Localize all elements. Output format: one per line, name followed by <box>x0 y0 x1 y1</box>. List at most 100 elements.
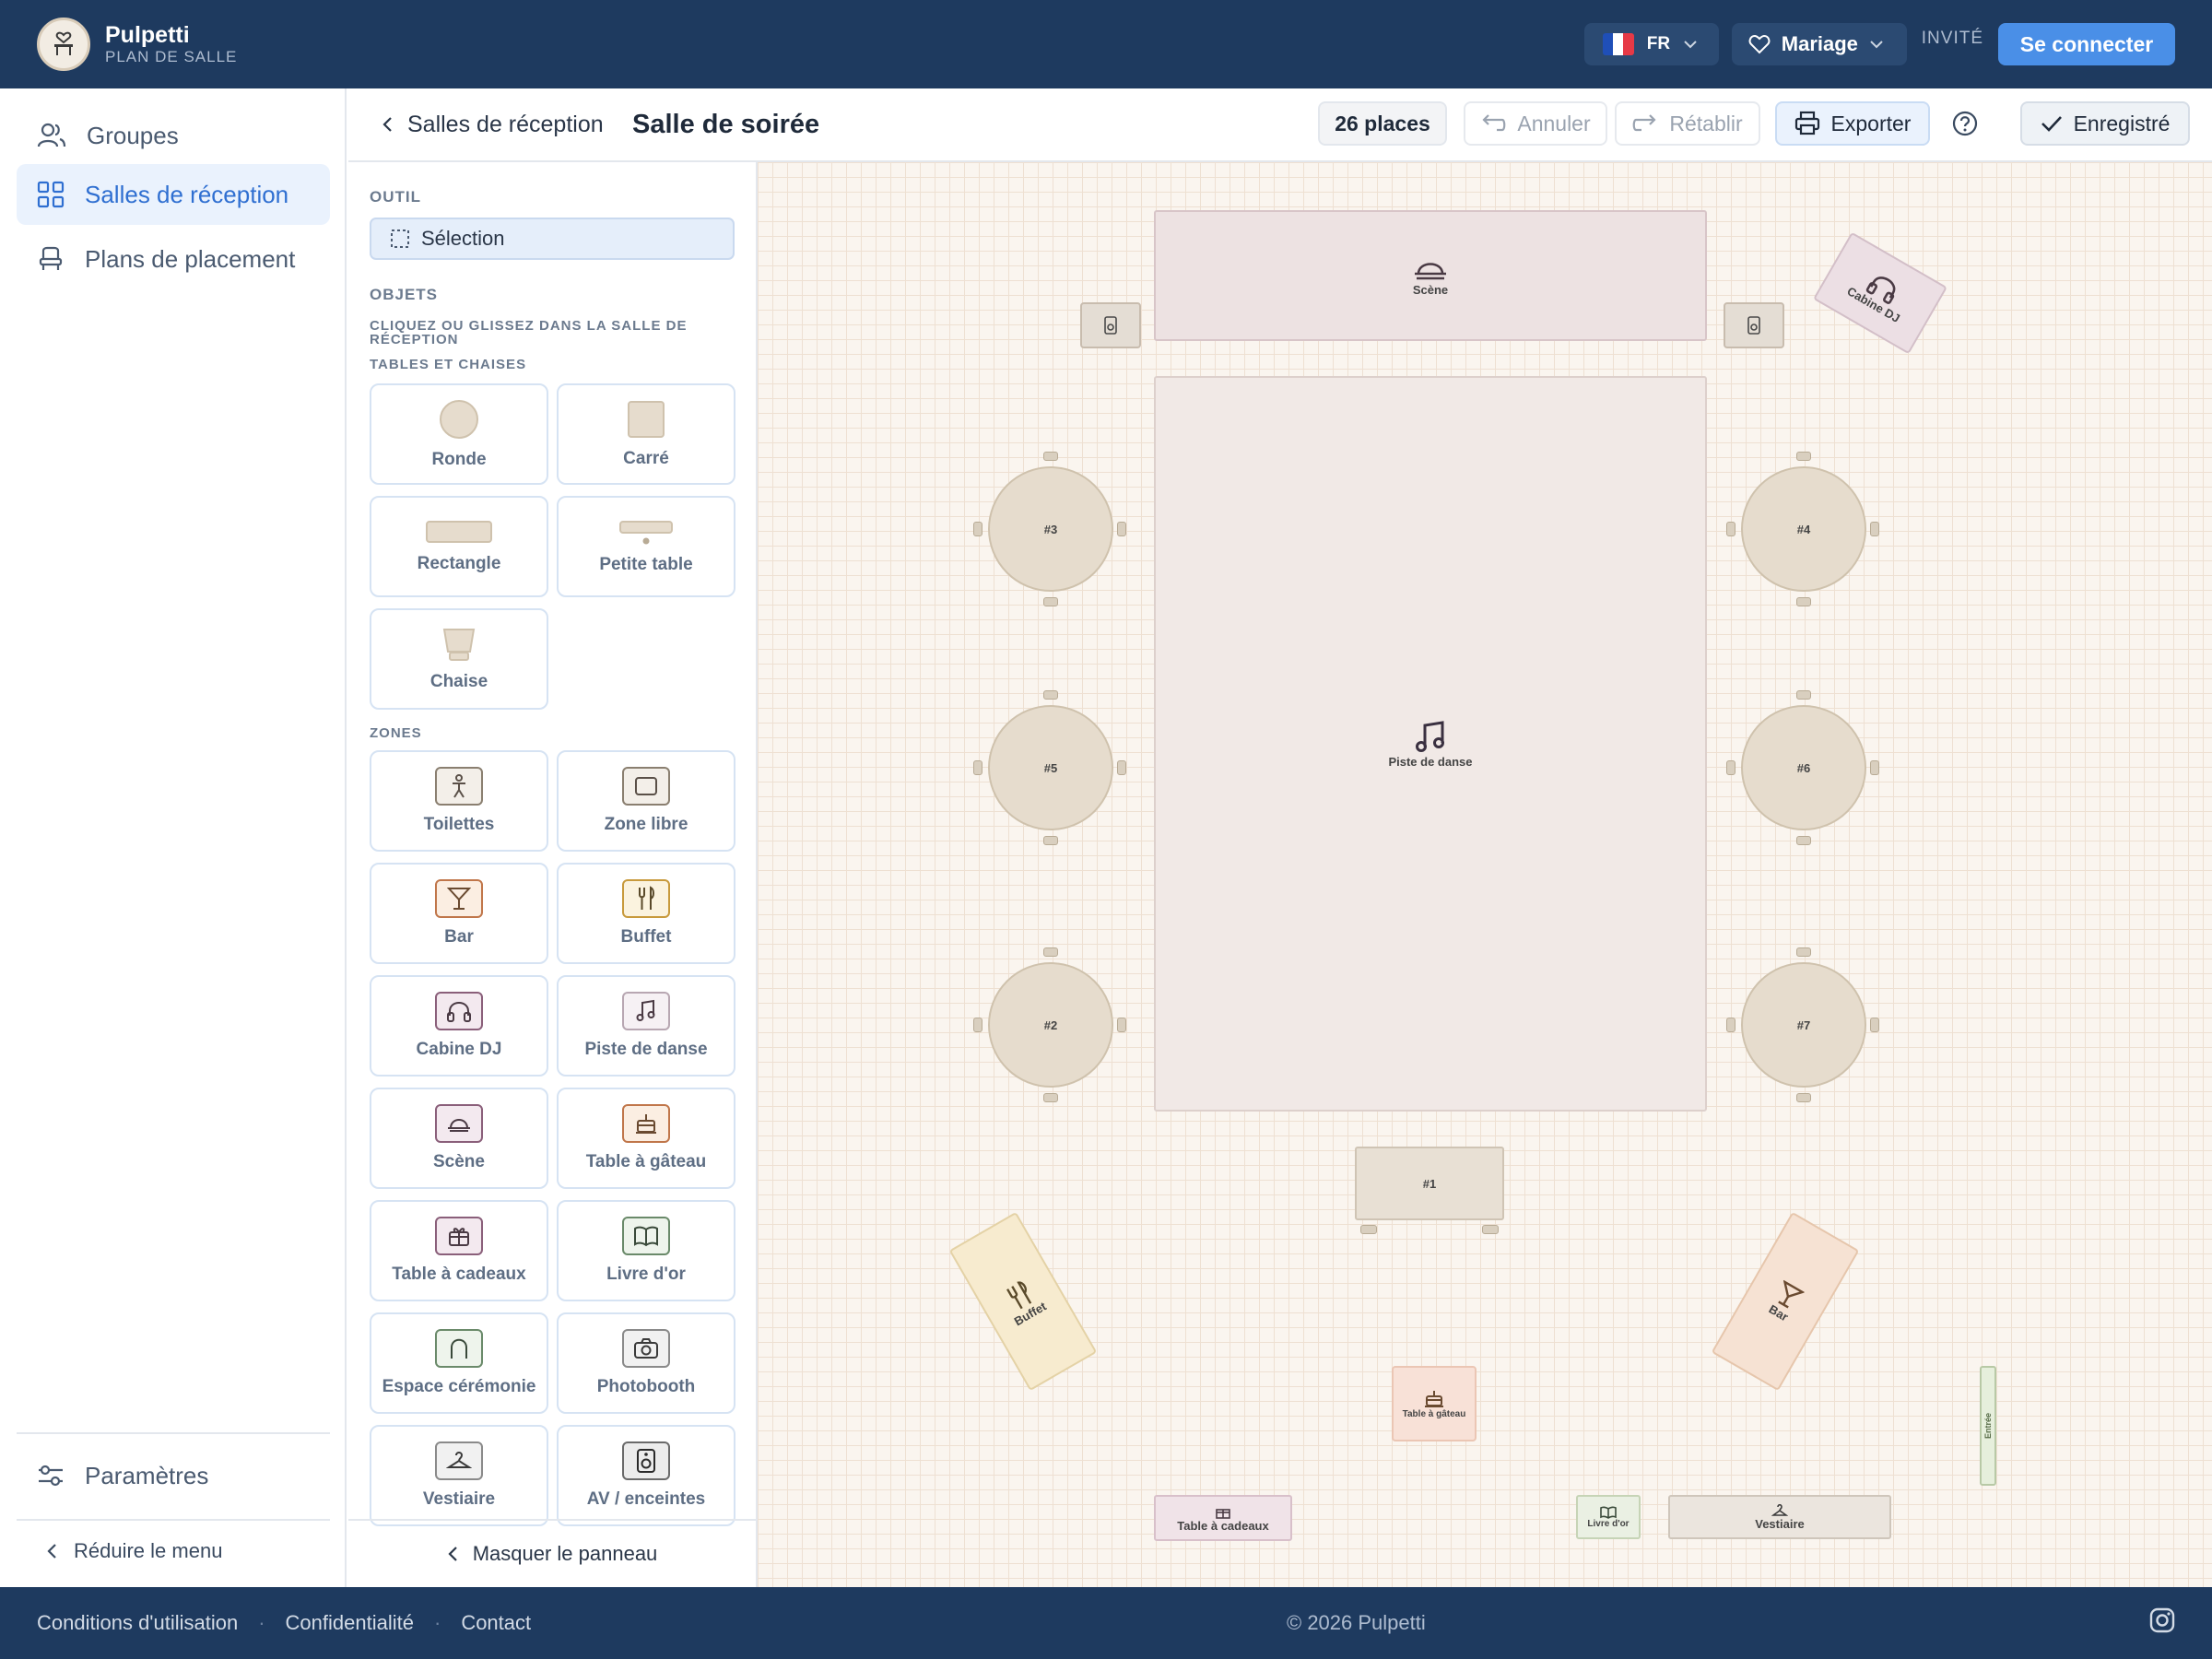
logo <box>37 18 90 71</box>
tile-piste-de-danse[interactable]: Piste de danse <box>557 975 735 1077</box>
zone-cabine-dj[interactable]: Cabine DJ <box>1813 231 1947 355</box>
tile-table-a-cadeaux[interactable]: Table à cadeaux <box>370 1200 548 1301</box>
speaker-icon <box>1747 316 1760 335</box>
selection-tool-button[interactable]: Sélection <box>370 218 735 260</box>
tile-espace-ceremonie[interactable]: Espace cérémonie <box>370 1312 548 1414</box>
tile-label: Table à gâteau <box>585 1152 707 1171</box>
undo-button[interactable]: Annuler <box>1464 101 1607 146</box>
help-icon <box>1952 111 1978 136</box>
tile-chair[interactable]: Chaise <box>370 608 548 710</box>
gift-icon <box>435 1217 483 1255</box>
sidebar-item-groupes[interactable]: Groupes <box>17 105 330 166</box>
zone-piste-de-danse[interactable]: Piste de danse <box>1154 376 1707 1112</box>
tile-cabine-dj[interactable]: Cabine DJ <box>370 975 548 1077</box>
sidebar-item-label: Salles de réception <box>85 180 289 208</box>
zone-label: Table à gâteau <box>1402 1408 1466 1419</box>
tile-rectangle-table[interactable]: Rectangle <box>370 496 548 597</box>
selection-label: Sélection <box>421 227 505 250</box>
tile-table-a-gateau[interactable]: Table à gâteau <box>557 1088 735 1189</box>
tile-label: Petite table <box>599 555 693 574</box>
sidebar-item-salles[interactable]: Salles de réception <box>17 164 330 225</box>
chair-icon <box>442 629 476 661</box>
divider <box>17 1519 330 1521</box>
footer-link-contact[interactable]: Contact <box>461 1611 531 1635</box>
zone-buffet[interactable]: Buffet <box>948 1211 1098 1392</box>
marquee-select-icon <box>391 229 409 248</box>
check-icon <box>2041 116 2062 132</box>
tile-bar[interactable]: Bar <box>370 863 548 964</box>
speaker-icon <box>1104 316 1117 335</box>
cake-icon <box>1425 1390 1443 1407</box>
speaker-left[interactable] <box>1080 302 1141 348</box>
settings-button[interactable]: Paramètres <box>17 1445 330 1506</box>
redo-label: Rétablir <box>1669 111 1743 135</box>
table-label: #2 <box>1043 1018 1058 1032</box>
zone-scene[interactable]: Scène <box>1154 210 1707 341</box>
event-type-selector[interactable]: Mariage <box>1731 23 1907 65</box>
brand-subtitle: PLAN DE SALLE <box>105 48 238 65</box>
footer-link-terms[interactable]: Conditions d'utilisation <box>37 1611 238 1635</box>
hanger-icon <box>435 1441 483 1480</box>
redo-button[interactable]: Rétablir <box>1615 101 1760 146</box>
tile-label: Photobooth <box>596 1377 696 1396</box>
zone-label: Livre d'or <box>1587 1518 1630 1529</box>
objects-panel: OUTIL Sélection OBJETS CLIQUEZ OU GLISSE… <box>348 162 758 1587</box>
tile-buffet[interactable]: Buffet <box>557 863 735 964</box>
tile-label: Bar <box>444 927 474 947</box>
zone-vestiaire[interactable]: Vestiaire <box>1668 1495 1891 1539</box>
tile-label: Toilettes <box>423 815 495 834</box>
collapse-menu-button[interactable]: Réduire le menu <box>46 1539 222 1563</box>
tile-label: AV / enceintes <box>586 1489 706 1509</box>
zone-livre-dor[interactable]: Livre d'or <box>1576 1495 1641 1539</box>
music-note-icon <box>1416 720 1444 752</box>
tile-livre-dor[interactable]: Livre d'or <box>557 1200 735 1301</box>
tile-photobooth[interactable]: Photobooth <box>557 1312 735 1414</box>
tile-toilettes[interactable]: Toilettes <box>370 750 548 852</box>
room-canvas[interactable]: Scène Cabine DJ Piste de danse #3 #4 #5 <box>758 162 2212 1587</box>
arch-icon <box>435 1329 483 1368</box>
footer-link-privacy[interactable]: Confidentialité <box>286 1611 414 1635</box>
french-flag-icon <box>1602 33 1634 55</box>
users-icon <box>37 123 66 147</box>
tile-square-table[interactable]: Carré <box>557 383 735 485</box>
zone-bar[interactable]: Bar <box>1711 1211 1860 1392</box>
undo-label: Annuler <box>1517 111 1591 135</box>
tile-zone-libre[interactable]: Zone libre <box>557 750 735 852</box>
hide-panel-button[interactable]: Masquer le panneau <box>348 1519 756 1587</box>
square-icon <box>622 767 670 806</box>
tile-vestiaire[interactable]: Vestiaire <box>370 1425 548 1526</box>
copyright: © 2026 Pulpetti <box>1287 1611 1426 1634</box>
brand: Pulpetti PLAN DE SALLE <box>105 22 237 66</box>
table-label: #4 <box>1796 522 1811 536</box>
sidebar-panel: Groupes Salles de réception Plans de pla… <box>0 88 347 1587</box>
saved-status-button[interactable]: Enregistré <box>2020 101 2190 146</box>
rectangle-table-icon <box>426 521 492 543</box>
tile-scene[interactable]: Scène <box>370 1088 548 1189</box>
instagram-icon[interactable] <box>2149 1607 2175 1639</box>
zone-table-a-gateau[interactable]: Table à gâteau <box>1392 1366 1477 1441</box>
tile-label: Table à cadeaux <box>392 1265 526 1284</box>
export-button[interactable]: Exporter <box>1775 101 1930 146</box>
language-label: FR <box>1646 34 1671 53</box>
guest-label: INVITÉ <box>1921 29 1983 48</box>
tile-av-enceintes[interactable]: AV / enceintes <box>557 1425 735 1526</box>
help-button[interactable] <box>1943 101 1987 146</box>
headphones-icon <box>435 992 483 1030</box>
restroom-icon <box>435 767 483 806</box>
event-type-label: Mariage <box>1781 32 1858 55</box>
login-button[interactable]: Se connecter <box>1998 23 2175 65</box>
tile-small-table[interactable]: Petite table <box>557 496 735 597</box>
zone-entree[interactable]: Entrée <box>1980 1366 1996 1486</box>
zone-table-a-cadeaux[interactable]: Table à cadeaux <box>1154 1495 1292 1541</box>
back-link[interactable]: Salles de réception <box>382 112 604 138</box>
entrance-label: Entrée <box>1983 1412 1994 1440</box>
objects-hint: CLIQUEZ OU GLISSEZ DANS LA SALLE DE RÉCE… <box>370 318 688 347</box>
chevron-down-icon <box>1684 41 1697 49</box>
language-selector[interactable]: FR <box>1583 23 1719 65</box>
small-table-icon <box>619 521 673 545</box>
sidebar-item-plans[interactable]: Plans de placement <box>17 229 330 289</box>
speaker-right[interactable] <box>1724 302 1784 348</box>
sidebar-item-label: Groupes <box>87 121 179 149</box>
zone-label: Piste de danse <box>1388 754 1473 769</box>
tile-round-table[interactable]: Ronde <box>370 383 548 485</box>
